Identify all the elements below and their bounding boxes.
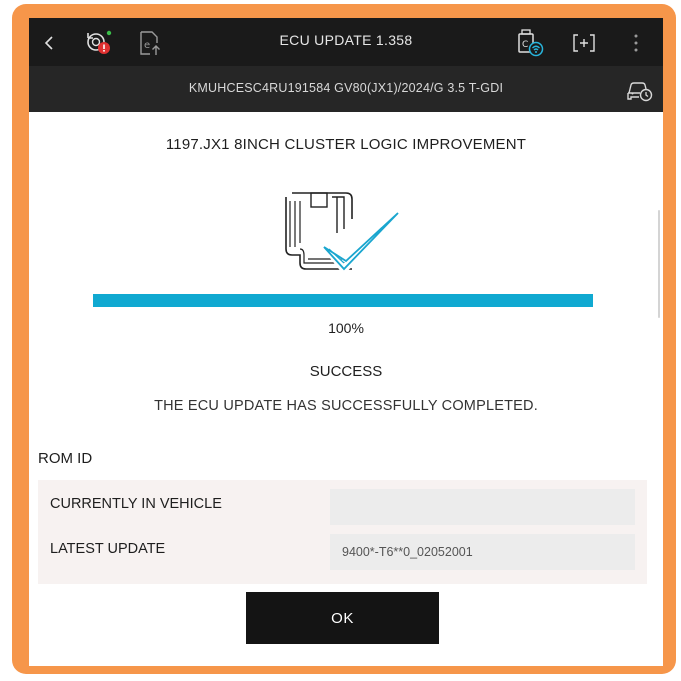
- rom-row-latest: LATEST UPDATE 9400*-T6**0_02052001: [38, 529, 647, 570]
- ecu-update-success-icon: [285, 192, 402, 273]
- page-title: ECU UPDATE 1.358: [279, 32, 413, 48]
- svg-text:C: C: [522, 40, 528, 50]
- vehicle-info-bar: KMUHCESC4RU191584 GV80(JX1)/2024/G 3.5 T…: [29, 66, 663, 112]
- top-toolbar: e ECU UPDATE 1.358 C: [29, 18, 663, 66]
- rom-id-table: CURRENTLY IN VEHICLE LATEST UPDATE 9400*…: [38, 480, 647, 584]
- more-button[interactable]: [621, 28, 651, 58]
- rom-latest-value: 9400*-T6**0_02052001: [330, 534, 635, 570]
- rom-row-label: LATEST UPDATE: [50, 541, 166, 557]
- rom-row-label: CURRENTLY IN VEHICLE: [50, 496, 222, 512]
- ok-button[interactable]: OK: [246, 592, 439, 644]
- update-name: 1197.JX1 8INCH CLUSTER LOGIC IMPROVEMENT: [165, 136, 527, 153]
- vehicle-info-button[interactable]: [625, 76, 655, 104]
- vci-connection-icon: C: [518, 29, 544, 57]
- vci-connection-button[interactable]: C: [514, 28, 544, 58]
- capture-button[interactable]: [569, 28, 599, 58]
- update-message: THE ECU UPDATE HAS SUCCESSFULLY COMPLETE…: [154, 398, 538, 414]
- rom-row-current: CURRENTLY IN VEHICLE: [38, 484, 647, 525]
- vehicle-info-text: KMUHCESC4RU191584 GV80(JX1)/2024/G 3.5 T…: [188, 81, 504, 95]
- scrollbar-thumb[interactable]: [658, 210, 660, 318]
- progress-bar-fill: [93, 294, 593, 307]
- more-icon: [634, 34, 638, 52]
- progress-percent: 100%: [328, 320, 364, 336]
- app-screen: e ECU UPDATE 1.358 C KMUHCESC4RU191584 G…: [29, 18, 663, 666]
- rom-id-heading: ROM ID: [38, 450, 93, 467]
- progress-bar: [93, 294, 593, 307]
- rom-current-value: [330, 489, 635, 525]
- update-status: SUCCESS: [309, 363, 383, 380]
- vehicle-info-icon: [627, 82, 653, 102]
- capture-icon: [573, 34, 595, 52]
